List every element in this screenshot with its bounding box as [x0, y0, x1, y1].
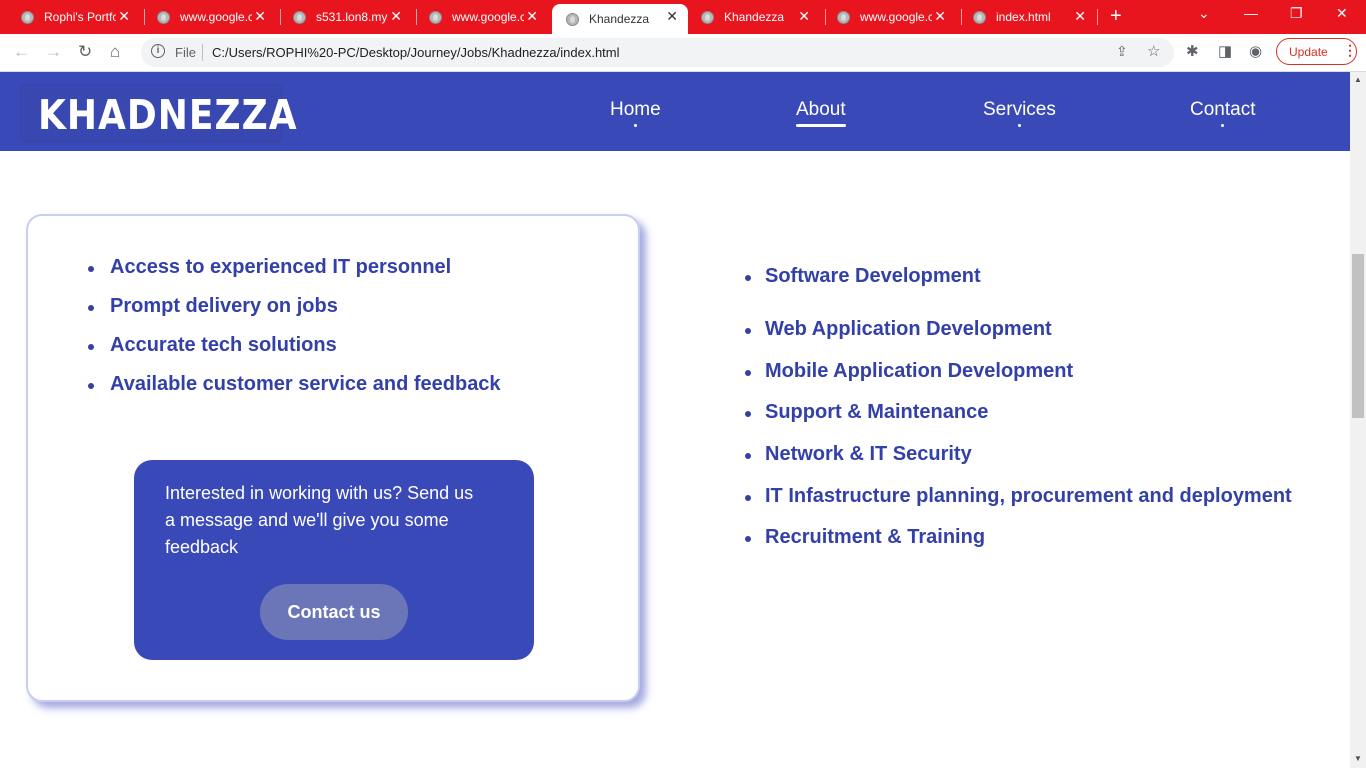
- browser-tab[interactable]: Khandezza ✕: [680, 4, 820, 30]
- bookmark-star-icon[interactable]: ☆: [1147, 42, 1160, 60]
- logo-text: KHADNEZZA: [38, 92, 298, 140]
- tab-title: s531.lon8.mys: [316, 10, 388, 24]
- info-icon[interactable]: i: [151, 44, 165, 58]
- scroll-down-arrow-icon[interactable]: ▼: [1354, 754, 1362, 763]
- file-label: File: [175, 45, 196, 60]
- browser-tab[interactable]: index.html ✕: [952, 4, 1096, 30]
- new-tab-icon[interactable]: +: [1110, 5, 1122, 28]
- forward-arrow-icon[interactable]: →: [45, 42, 62, 62]
- restore-icon[interactable]: ❐: [1290, 5, 1303, 22]
- update-label: Update: [1289, 45, 1328, 59]
- site-header: KHADNEZZA Home About Services Contact: [0, 72, 1350, 151]
- service-item: Software Development: [745, 265, 981, 288]
- features-card: Access to experienced IT personnel Promp…: [26, 214, 640, 702]
- nav-dot: [1221, 124, 1225, 127]
- nav-label: Contact: [1190, 99, 1256, 120]
- feature-item: Access to experienced IT personnel: [88, 256, 501, 295]
- browser-tab[interactable]: s531.lon8.mys ✕: [272, 4, 412, 30]
- scrollbar-thumb[interactable]: [1352, 254, 1364, 418]
- back-arrow-icon[interactable]: ←: [13, 42, 30, 62]
- browser-toolbar: ← → ↻ ⌂ i File C:/Users/ROPHI%20-PC/Desk…: [0, 34, 1366, 72]
- tab-strip: Rophi's Portfolio ✕ www.google.c ✕ s531.…: [0, 0, 1366, 34]
- share-icon[interactable]: ⇪: [1116, 43, 1128, 60]
- scroll-up-arrow-icon[interactable]: ▲: [1354, 75, 1362, 84]
- close-tab-icon[interactable]: ✕: [390, 8, 402, 25]
- browser-tab[interactable]: Rophi's Portfolio ✕: [0, 4, 140, 30]
- web-page: KHADNEZZA Home About Services Contact Ac…: [0, 72, 1350, 768]
- close-tab-icon[interactable]: ✕: [934, 8, 946, 25]
- close-tab-icon[interactable]: ✕: [254, 8, 266, 25]
- nav-home[interactable]: Home: [610, 99, 661, 127]
- contact-us-button[interactable]: Contact us: [260, 584, 408, 640]
- nav-label: Services: [983, 99, 1056, 120]
- more-menu-icon[interactable]: ⋮: [1343, 42, 1357, 59]
- globe-icon: [973, 10, 986, 24]
- browser-tab[interactable]: www.google.c ✕: [816, 4, 956, 30]
- tab-title: www.google.c: [452, 10, 524, 24]
- globe-icon: [566, 12, 579, 26]
- reload-icon[interactable]: ↻: [78, 42, 92, 62]
- page-scrollbar[interactable]: ▲ ▼: [1350, 72, 1366, 768]
- nav-label: Home: [610, 99, 661, 120]
- tab-title: Khandezza: [589, 12, 650, 26]
- extensions-icon[interactable]: ✱: [1186, 42, 1199, 60]
- globe-icon: [293, 10, 306, 24]
- tab-title: Rophi's Portfolio: [44, 10, 116, 24]
- browser-tab-active[interactable]: Khandezza ✕: [552, 4, 688, 34]
- side-panel-icon[interactable]: ◨: [1218, 42, 1232, 60]
- cta-message: Interested in working with us? Send us a…: [165, 483, 474, 557]
- service-item: IT Infastructure planning, procurement a…: [745, 485, 1292, 508]
- nav-about[interactable]: About: [796, 99, 846, 127]
- feature-item: Accurate tech solutions: [88, 334, 501, 373]
- service-item: Support & Maintenance: [745, 401, 988, 424]
- service-item: Web Application Development: [745, 318, 1052, 341]
- nav-active-underline: [796, 124, 846, 127]
- tab-title: index.html: [996, 10, 1051, 24]
- browser-tab[interactable]: www.google.c ✕: [136, 4, 276, 30]
- address-bar[interactable]: i File C:/Users/ROPHI%20-PC/Desktop/Jour…: [141, 38, 1174, 67]
- profile-avatar-icon[interactable]: ◉: [1249, 42, 1262, 60]
- nav-dot: [1017, 124, 1021, 127]
- tab-title: Khandezza: [724, 10, 785, 24]
- minimize-icon[interactable]: —: [1244, 5, 1258, 21]
- globe-icon: [701, 10, 714, 24]
- browser-tab[interactable]: www.google.c ✕: [408, 4, 548, 30]
- nav-services[interactable]: Services: [983, 99, 1056, 127]
- globe-icon: [429, 10, 442, 24]
- address-divider: [202, 44, 203, 61]
- tab-title: www.google.c: [180, 10, 252, 24]
- tab-separator: [1097, 9, 1098, 25]
- close-tab-icon[interactable]: ✕: [118, 8, 130, 25]
- close-window-icon[interactable]: ✕: [1336, 5, 1348, 22]
- feature-item: Prompt delivery on jobs: [88, 295, 501, 334]
- update-button[interactable]: Update ⋮: [1276, 38, 1357, 65]
- globe-icon: [157, 10, 170, 24]
- service-item: Mobile Application Development: [745, 360, 1073, 383]
- globe-icon: [837, 10, 850, 24]
- close-tab-icon[interactable]: ✕: [1074, 8, 1086, 25]
- tab-title: www.google.c: [860, 10, 932, 24]
- home-icon[interactable]: ⌂: [110, 42, 120, 62]
- tab-search-icon[interactable]: ⌄: [1198, 5, 1210, 22]
- url-text[interactable]: C:/Users/ROPHI%20-PC/Desktop/Journey/Job…: [212, 45, 620, 60]
- globe-icon: [21, 10, 34, 24]
- site-logo[interactable]: KHADNEZZA: [22, 86, 297, 140]
- close-tab-icon[interactable]: ✕: [526, 8, 538, 25]
- feature-item: Available customer service and feedback: [88, 373, 501, 412]
- cta-box: Interested in working with us? Send us a…: [134, 460, 534, 660]
- service-item: Network & IT Security: [745, 443, 972, 466]
- close-tab-icon[interactable]: ✕: [666, 8, 678, 25]
- features-list: Access to experienced IT personnel Promp…: [88, 256, 501, 412]
- nav-dot: [633, 124, 637, 127]
- nav-contact[interactable]: Contact: [1190, 99, 1256, 127]
- nav-label: About: [796, 99, 846, 120]
- service-item: Recruitment & Training: [745, 526, 985, 549]
- close-tab-icon[interactable]: ✕: [798, 8, 810, 25]
